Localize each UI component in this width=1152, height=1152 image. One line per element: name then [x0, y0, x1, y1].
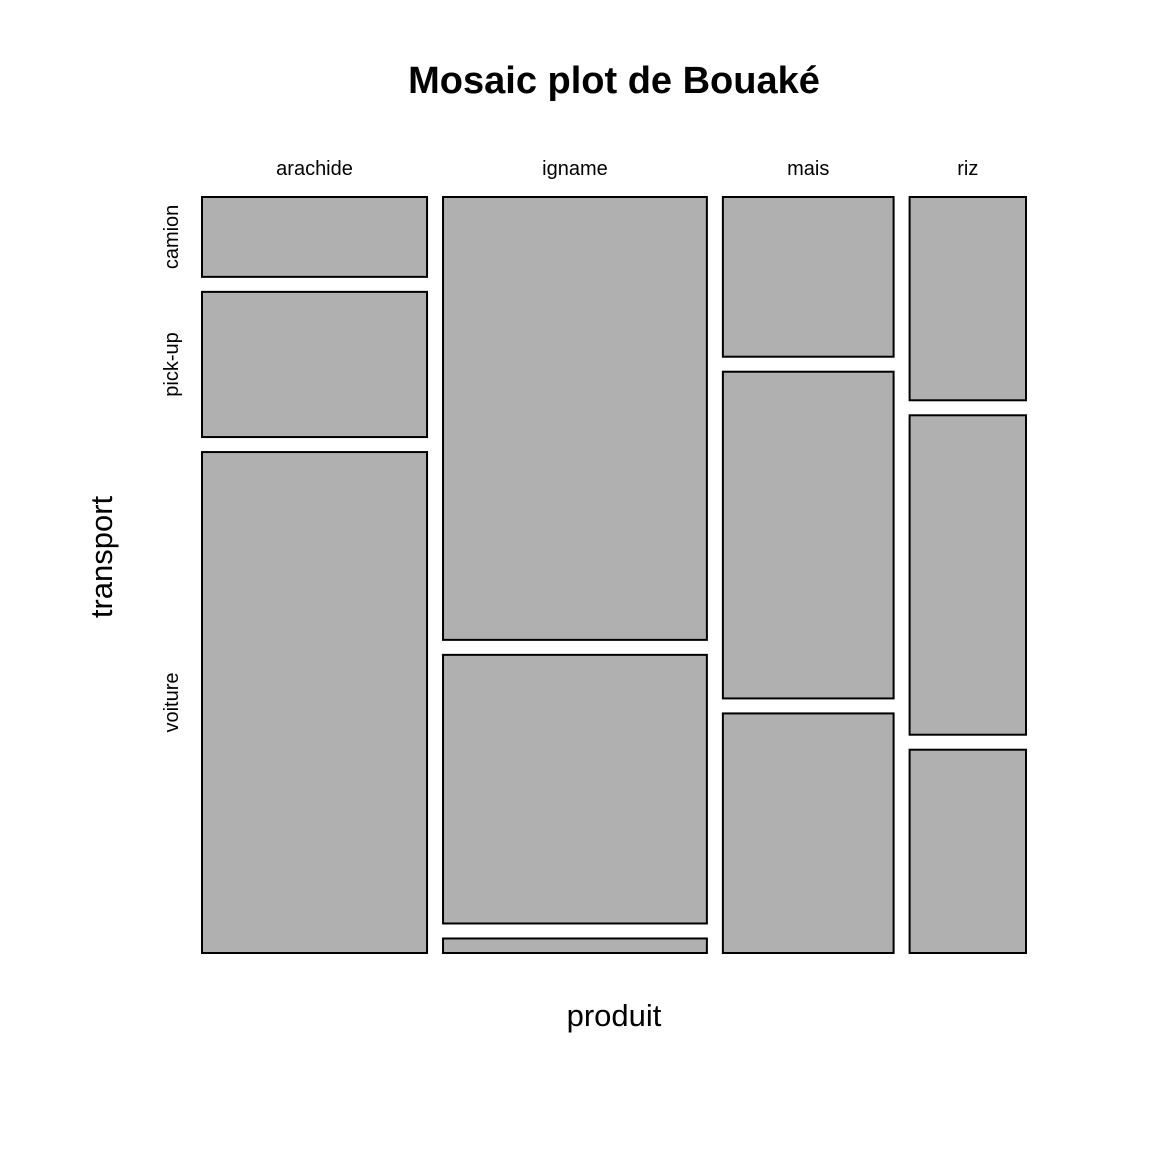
tile-igname-voiture: [442, 937, 708, 954]
tile-riz-voiture: [908, 748, 1027, 954]
x-axis-title: produit: [567, 998, 662, 1033]
tile-riz-pick-up: [908, 414, 1027, 736]
tile-arachide-camion: [201, 196, 429, 278]
tile-igname-camion: [442, 196, 708, 641]
y-tick-labels: camion pick-up voiture: [161, 205, 183, 733]
x-tick-label-igname: igname: [542, 158, 608, 180]
y-tick-label-pick-up: pick-up: [161, 332, 183, 396]
x-tick-label-riz: riz: [957, 158, 978, 180]
tile-mais-pick-up: [721, 370, 895, 700]
tile-mais-voiture: [721, 712, 895, 954]
tile-arachide-voiture: [201, 451, 429, 954]
y-tick-label-voiture: voiture: [161, 673, 183, 733]
y-tick-label-camion: camion: [161, 205, 183, 269]
x-tick-label-mais: mais: [787, 158, 829, 180]
tile-riz-camion: [908, 196, 1027, 402]
mosaic-tiles: [201, 196, 1027, 954]
x-tick-label-arachide: arachide: [276, 158, 353, 180]
tile-arachide-pick-up: [201, 290, 429, 439]
mosaic-chart: Mosaic plot de Bouaké produit transport …: [84, 60, 1027, 1033]
x-tick-labels: arachide igname mais riz: [276, 158, 978, 180]
tile-mais-camion: [721, 196, 895, 358]
chart-title: Mosaic plot de Bouaké: [408, 60, 820, 102]
y-axis-title: transport: [84, 495, 119, 618]
tile-igname-pick-up: [442, 653, 708, 925]
